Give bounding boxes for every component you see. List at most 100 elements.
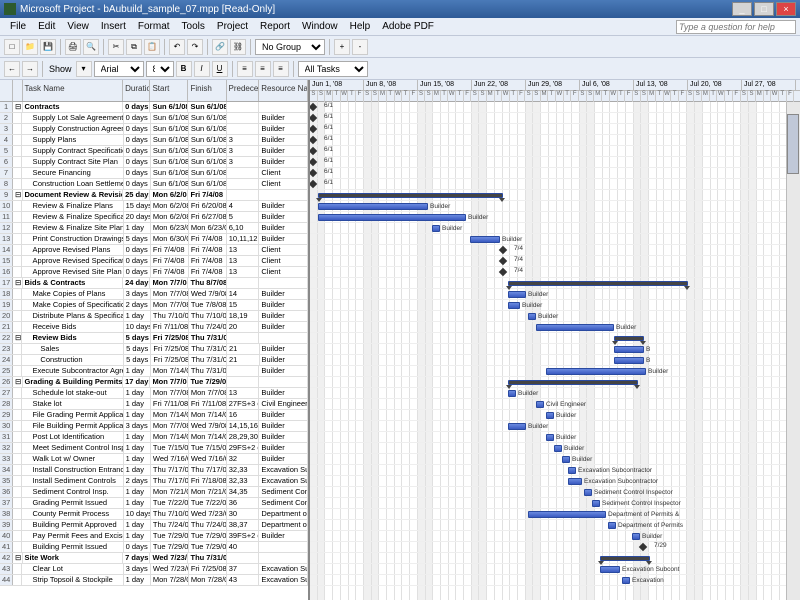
task-bar[interactable]: Builder xyxy=(508,390,516,397)
show-dropdown-icon[interactable]: ▾ xyxy=(76,61,92,77)
col-predecessors[interactable]: Predecessors xyxy=(227,80,260,101)
timeline-body[interactable]: 6/16/16/16/16/16/16/16/1BuilderBuilderBu… xyxy=(310,102,800,600)
gantt-row[interactable]: 7/4 xyxy=(310,267,800,278)
gantt-row[interactable]: 6/1 xyxy=(310,179,800,190)
milestone-marker[interactable] xyxy=(310,103,317,111)
unlink-icon[interactable]: ⛓ xyxy=(230,39,246,55)
table-row[interactable]: 7Secure Financing0 daysSun 6/1/08Sun 6/1… xyxy=(0,168,308,179)
table-row[interactable]: 31Post Lot Identification1 dayMon 7/14/0… xyxy=(0,432,308,443)
task-bar[interactable]: Builder xyxy=(554,445,562,452)
menu-file[interactable]: File xyxy=(4,19,32,34)
gantt-row[interactable]: Builder xyxy=(310,366,800,377)
milestone-marker[interactable] xyxy=(310,114,317,122)
table-row[interactable]: 28Stake lot1 dayFri 7/11/08Fri 7/11/0827… xyxy=(0,399,308,410)
task-bar[interactable]: Builder xyxy=(508,302,520,309)
zoom-in-icon[interactable]: + xyxy=(334,39,350,55)
task-bar[interactable]: Builder xyxy=(546,368,646,375)
link-icon[interactable]: 🔗 xyxy=(212,39,228,55)
grid-body[interactable]: 1⊟Contracts0 daysSun 6/1/08Sun 6/1/082Su… xyxy=(0,102,308,600)
table-row[interactable]: 27Schedule lot stake-out1 dayMon 7/7/08M… xyxy=(0,388,308,399)
gantt-row[interactable]: Civil Engineer xyxy=(310,399,800,410)
summary-bar[interactable] xyxy=(508,281,688,286)
gantt-row[interactable]: 6/1 xyxy=(310,168,800,179)
gantt-row[interactable]: 7/4 xyxy=(310,256,800,267)
gantt-row[interactable]: Sediment Control Inspector xyxy=(310,487,800,498)
menu-format[interactable]: Format xyxy=(132,19,176,34)
gantt-row[interactable]: 6/1 xyxy=(310,146,800,157)
gantt-row[interactable] xyxy=(310,553,800,564)
gantt-row[interactable]: 6/1 xyxy=(310,124,800,135)
gantt-row[interactable]: Builder xyxy=(310,289,800,300)
task-bar[interactable]: Builder xyxy=(432,225,440,232)
bold-icon[interactable]: B xyxy=(176,61,192,77)
milestone-marker[interactable] xyxy=(310,147,317,155)
task-bar[interactable]: Sediment Control Inspector xyxy=(592,500,600,507)
filter-combo[interactable]: All Tasks xyxy=(298,61,368,77)
table-row[interactable]: 24Construction5 daysFri 7/25/08Thu 7/31/… xyxy=(0,355,308,366)
menu-edit[interactable]: Edit xyxy=(32,19,61,34)
vertical-scrollbar[interactable] xyxy=(786,102,800,600)
redo-icon[interactable]: ↷ xyxy=(187,39,203,55)
fontsize-combo[interactable]: 8 xyxy=(146,61,174,77)
col-indicator[interactable] xyxy=(13,80,22,101)
table-row[interactable]: 25Execute Subcontractor Agreements1 dayM… xyxy=(0,366,308,377)
italic-icon[interactable]: I xyxy=(194,61,210,77)
task-bar[interactable]: Builder xyxy=(546,412,554,419)
table-row[interactable]: 5Supply Contract Specifications0 daysSun… xyxy=(0,146,308,157)
menu-tools[interactable]: Tools xyxy=(176,19,211,34)
gantt-row[interactable]: 6/1 xyxy=(310,113,800,124)
table-row[interactable]: 38County Permit Process10 daysThu 7/10/0… xyxy=(0,509,308,520)
task-bar[interactable]: Builder xyxy=(470,236,500,243)
gantt-row[interactable]: Builder xyxy=(310,223,800,234)
table-row[interactable]: 6Supply Contract Site Plan0 daysSun 6/1/… xyxy=(0,157,308,168)
task-bar[interactable]: Builder xyxy=(632,533,640,540)
milestone-marker[interactable] xyxy=(499,246,507,254)
table-row[interactable]: 3Supply Construction Agreement0 daysSun … xyxy=(0,124,308,135)
gantt-row[interactable]: Builder xyxy=(310,432,800,443)
table-row[interactable]: 29File Grading Permit Application1 dayMo… xyxy=(0,410,308,421)
table-row[interactable]: 42⊟Site Work7 daysWed 7/23/08Thu 7/31/08 xyxy=(0,553,308,564)
table-row[interactable]: 34Install Construction Entrance1 dayThu … xyxy=(0,465,308,476)
col-duration[interactable]: Duration xyxy=(123,80,150,101)
gantt-row[interactable]: Excavation Subcont xyxy=(310,564,800,575)
print-icon[interactable]: 🖨 xyxy=(65,39,81,55)
menu-adobe-pdf[interactable]: Adobe PDF xyxy=(376,19,440,34)
task-bar[interactable]: B xyxy=(614,346,644,353)
menu-report[interactable]: Report xyxy=(254,19,296,34)
table-row[interactable]: 18Make Copies of Plans3 daysMon 7/7/08We… xyxy=(0,289,308,300)
gantt-row[interactable]: Builder xyxy=(310,531,800,542)
gantt-row[interactable]: 6/1 xyxy=(310,102,800,113)
gantt-row[interactable]: Builder xyxy=(310,234,800,245)
maximize-button[interactable]: □ xyxy=(754,2,774,16)
milestone-marker[interactable] xyxy=(639,543,647,551)
col-taskname[interactable]: Task Name xyxy=(23,80,124,101)
help-search-input[interactable] xyxy=(676,20,796,34)
table-row[interactable]: 44Strip Topsoil & Stockpile1 dayMon 7/28… xyxy=(0,575,308,586)
col-resource[interactable]: Resource Name xyxy=(259,80,308,101)
table-row[interactable]: 32Meet Sediment Control Inspector1 dayTu… xyxy=(0,443,308,454)
table-row[interactable]: 21Receive Bids10 daysFri 7/11/08Thu 7/24… xyxy=(0,322,308,333)
save-icon[interactable]: 💾 xyxy=(40,39,56,55)
align-left-icon[interactable]: ≡ xyxy=(237,61,253,77)
new-icon[interactable]: □ xyxy=(4,39,20,55)
task-bar[interactable]: Department of Permits & xyxy=(528,511,606,518)
gantt-row[interactable]: 7/4 xyxy=(310,245,800,256)
group-combo[interactable]: No Group xyxy=(255,39,325,55)
gantt-row[interactable]: Excavation Subcontractor xyxy=(310,476,800,487)
outdent-icon[interactable]: ← xyxy=(4,61,20,77)
task-bar[interactable]: Excavation Subcontractor xyxy=(568,467,576,474)
table-row[interactable]: 19Make Copies of Specifications2 daysMon… xyxy=(0,300,308,311)
table-row[interactable]: 2Supply Lot Sale Agreement0 daysSun 6/1/… xyxy=(0,113,308,124)
table-row[interactable]: 20Distribute Plans & Specifications1 day… xyxy=(0,311,308,322)
milestone-marker[interactable] xyxy=(310,136,317,144)
table-row[interactable]: 13Print Construction Drawings5 daysMon 6… xyxy=(0,234,308,245)
menu-insert[interactable]: Insert xyxy=(95,19,132,34)
table-row[interactable]: 37Grading Permit Issued1 dayTue 7/22/08T… xyxy=(0,498,308,509)
copy-icon[interactable]: ⧉ xyxy=(126,39,142,55)
gantt-row[interactable]: Builder xyxy=(310,443,800,454)
table-row[interactable]: 30File Building Permit Application3 days… xyxy=(0,421,308,432)
menu-project[interactable]: Project xyxy=(211,19,254,34)
summary-bar[interactable] xyxy=(318,193,503,198)
cut-icon[interactable]: ✂ xyxy=(108,39,124,55)
underline-icon[interactable]: U xyxy=(212,61,228,77)
